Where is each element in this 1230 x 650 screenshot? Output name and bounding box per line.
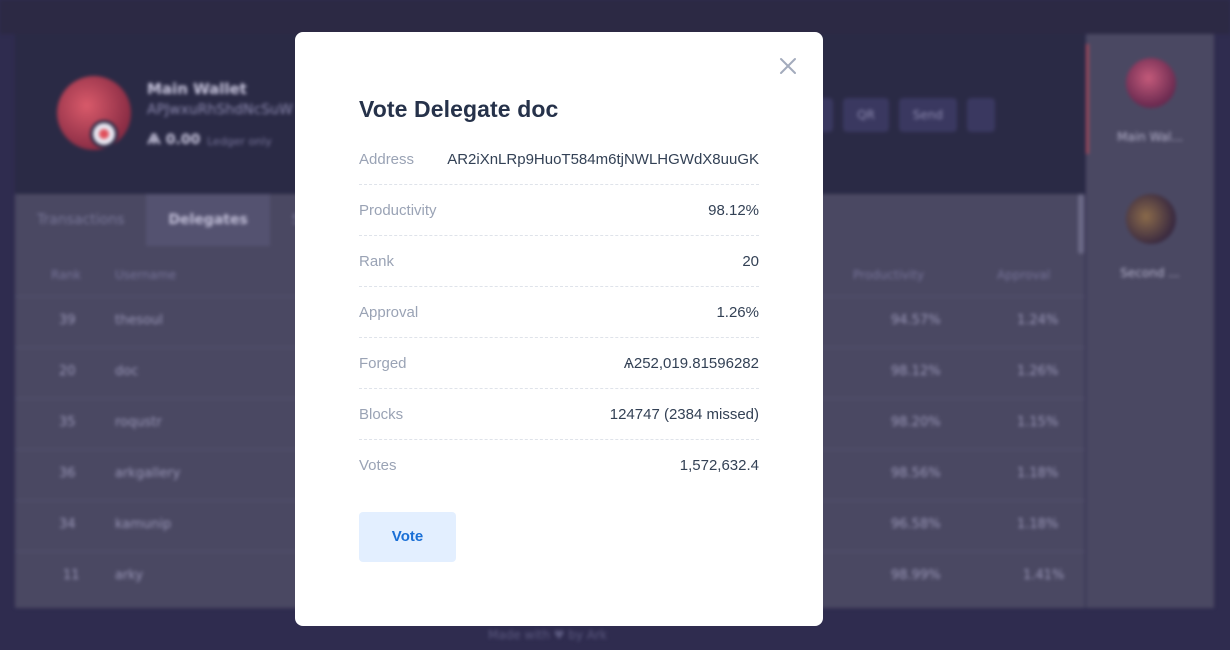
detail-value: 1,572,632.4 bbox=[679, 457, 759, 474]
wallet-sidebar: Main Wal... Second ... bbox=[1086, 34, 1214, 608]
row-username: thesoul bbox=[115, 313, 163, 328]
vote-button[interactable]: Vote bbox=[359, 512, 456, 562]
detail-row-rank: Rank 20 bbox=[359, 236, 759, 287]
wallet-ledger-tag: Ledger only bbox=[207, 135, 272, 148]
row-rank: 35 bbox=[59, 415, 76, 430]
footer-credit: Made with ♥ by Ark bbox=[488, 628, 607, 642]
row-approval: 1.41% bbox=[1023, 568, 1065, 583]
column-approval[interactable]: Approval bbox=[997, 268, 1050, 282]
row-productivity: 96.58% bbox=[891, 517, 941, 532]
vote-delegate-modal: Vote Delegate doc Address AR2iXnLRp9HuoT… bbox=[295, 32, 823, 626]
sidebar-wallet-name[interactable]: Main Wal... bbox=[1086, 130, 1214, 144]
detail-label: Blocks bbox=[359, 406, 404, 423]
detail-label: Approval bbox=[359, 304, 419, 321]
row-approval: 1.24% bbox=[1017, 313, 1059, 328]
detail-value: 98.12% bbox=[708, 202, 759, 219]
detail-value: Ѧ252,019.81596282 bbox=[623, 355, 759, 372]
row-productivity: 98.56% bbox=[891, 466, 941, 481]
wallet-balance: Ѧ 0.00 bbox=[147, 132, 201, 148]
modal-title: Vote Delegate doc bbox=[359, 96, 559, 122]
row-productivity: 98.20% bbox=[891, 415, 941, 430]
row-username: doc bbox=[115, 364, 139, 379]
column-productivity[interactable]: Productivity bbox=[853, 268, 924, 282]
detail-label: Votes bbox=[359, 457, 397, 474]
row-approval: 1.15% bbox=[1017, 415, 1059, 430]
detail-row-address: Address AR2iXnLRp9HuoT584m6tjNWLHGWdX8uu… bbox=[359, 134, 759, 185]
row-rank: 20 bbox=[59, 364, 76, 379]
scrollbar[interactable] bbox=[1078, 194, 1084, 254]
detail-label: Productivity bbox=[359, 202, 437, 219]
wallet-address[interactable]: APJwxuRhShdNcSuW bbox=[147, 102, 297, 118]
sidebar-wallet-name[interactable]: Second ... bbox=[1086, 266, 1214, 280]
tab-transactions[interactable]: Transactions bbox=[15, 194, 146, 246]
detail-row-votes: Votes 1,572,632.4 bbox=[359, 440, 759, 491]
detail-row-approval: Approval 1.26% bbox=[359, 287, 759, 338]
row-rank: 39 bbox=[59, 313, 76, 328]
wallet-avatar-badge bbox=[90, 120, 118, 148]
wallet-name: Main Wallet bbox=[147, 80, 247, 98]
detail-label: Forged bbox=[359, 355, 407, 372]
detail-row-forged: Forged Ѧ252,019.81596282 bbox=[359, 338, 759, 389]
detail-value: 1.26% bbox=[716, 304, 759, 321]
row-username: arkgallery bbox=[115, 466, 181, 481]
tab-delegates[interactable]: Delegates bbox=[146, 194, 270, 246]
qr-button[interactable]: QR bbox=[843, 98, 889, 132]
row-rank: 11 bbox=[63, 568, 80, 583]
detail-value: 124747 (2384 missed) bbox=[609, 406, 759, 423]
close-icon bbox=[780, 58, 796, 74]
row-username: roqustr bbox=[115, 415, 162, 430]
sidebar-wallet-avatar[interactable] bbox=[1126, 194, 1176, 244]
delegate-address[interactable]: AR2iXnLRp9HuoT584m6tjNWLHGWdX8uuGK bbox=[447, 151, 759, 168]
row-approval: 1.18% bbox=[1017, 466, 1059, 481]
row-productivity: 98.99% bbox=[891, 568, 941, 583]
delegate-details: Address AR2iXnLRp9HuoT584m6tjNWLHGWdX8uu… bbox=[359, 134, 759, 491]
row-productivity: 94.57% bbox=[891, 313, 941, 328]
close-button[interactable] bbox=[776, 54, 800, 78]
more-button[interactable] bbox=[967, 98, 996, 132]
column-rank[interactable]: Rank bbox=[51, 268, 81, 282]
row-rank: 36 bbox=[59, 466, 76, 481]
detail-label: Address bbox=[359, 151, 415, 168]
row-username: arky bbox=[115, 568, 144, 583]
column-username[interactable]: Username bbox=[115, 268, 176, 282]
row-rank: 34 bbox=[59, 517, 76, 532]
sidebar-wallet-avatar[interactable] bbox=[1126, 58, 1176, 108]
detail-row-productivity: Productivity 98.12% bbox=[359, 185, 759, 236]
row-username: kamunip bbox=[115, 517, 172, 532]
row-productivity: 98.12% bbox=[891, 364, 941, 379]
detail-row-blocks: Blocks 124747 (2384 missed) bbox=[359, 389, 759, 440]
row-approval: 1.26% bbox=[1017, 364, 1059, 379]
wallet-actions: QR Send bbox=[805, 98, 996, 132]
row-approval: 1.18% bbox=[1017, 517, 1059, 532]
detail-value: 20 bbox=[742, 253, 759, 270]
send-button[interactable]: Send bbox=[898, 98, 958, 132]
top-band bbox=[0, 0, 1230, 34]
detail-label: Rank bbox=[359, 253, 395, 270]
